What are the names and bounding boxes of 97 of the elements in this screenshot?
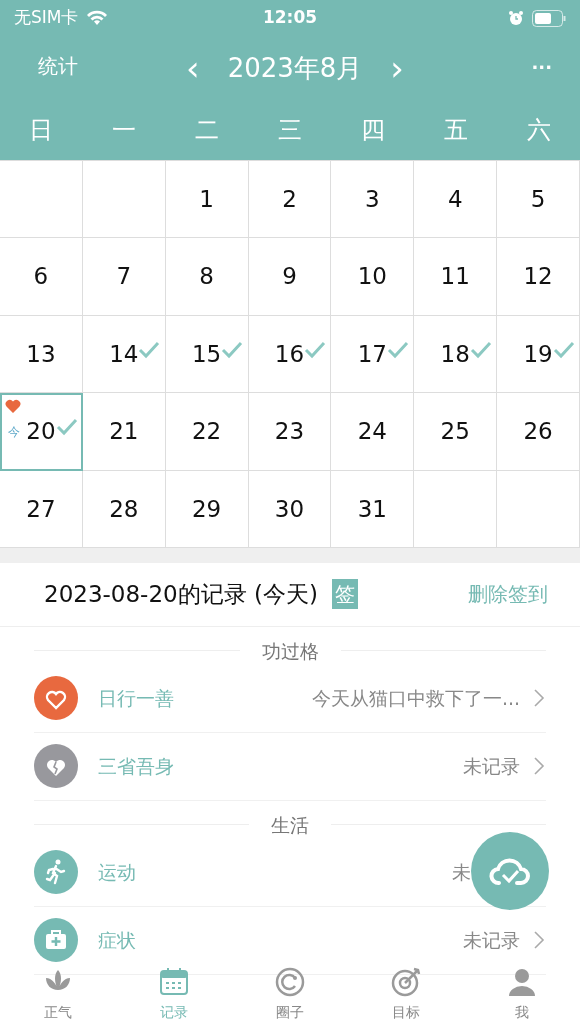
day-number: 26 (523, 418, 553, 445)
month-title: 2023年8月 (227, 51, 363, 85)
calendar-day[interactable]: 23 (248, 393, 332, 471)
cloud-check-icon (489, 855, 531, 887)
calendar-day[interactable]: 10 (331, 238, 415, 316)
day-number: 13 (26, 340, 56, 367)
wifi-icon (86, 10, 109, 26)
alarm-icon (508, 10, 524, 26)
calendar-day[interactable]: 4 (414, 161, 498, 239)
record-value: 未记录 (463, 928, 520, 954)
weekday-label: 二 (194, 115, 221, 146)
calendar-day[interactable]: 12 (497, 238, 580, 316)
day-number: 20 (26, 418, 56, 445)
tab-bar-item[interactable]: 正气 (0, 960, 116, 1032)
day-number: 9 (282, 263, 297, 290)
signed-badge: 签 (331, 579, 358, 610)
weekday-label: 六 (525, 115, 552, 146)
calendar-day[interactable]: 24 (331, 393, 415, 471)
day-number: 30 (274, 495, 305, 522)
calendar-day[interactable]: 16 (248, 315, 332, 394)
calendar-day[interactable]: 13 (0, 315, 83, 394)
record-value: 未 (452, 860, 471, 886)
weekday-label: 一 (111, 115, 138, 146)
record-label: 症状 (98, 928, 136, 954)
day-number: 7 (116, 263, 132, 290)
weekday-label: 三 (277, 115, 303, 146)
calendar-day[interactable]: 今 20 (0, 393, 83, 471)
battery-icon (532, 9, 566, 27)
day-number: 18 (440, 340, 470, 367)
calendar-day[interactable]: 8 (165, 238, 249, 316)
calendar-day[interactable]: 7 (82, 238, 166, 316)
calendar-day[interactable]: 21 (82, 393, 166, 471)
calendar-day[interactable]: 31 (331, 470, 415, 548)
calendar-icon (158, 966, 190, 998)
target-icon (390, 966, 422, 998)
calendar-day[interactable]: 25 (414, 393, 498, 471)
today-mark: 今 (8, 424, 20, 442)
day-number: 15 (192, 340, 222, 367)
day-number: 14 (109, 340, 139, 367)
record-value: 未记录 (463, 754, 520, 780)
calendar-day[interactable]: 30 (248, 470, 332, 548)
day-number: 6 (33, 263, 49, 290)
day-number: 22 (192, 418, 222, 445)
section-title: 功过格 (260, 638, 320, 664)
weekday-label: 五 (442, 115, 469, 146)
day-number: 28 (109, 495, 139, 522)
calendar-day[interactable]: 22 (165, 393, 249, 471)
circle-icon (274, 966, 306, 998)
day-number: 4 (447, 185, 463, 212)
day-number: 29 (192, 495, 222, 522)
calendar-day[interactable]: 18 (414, 315, 498, 394)
day-number: 2 (282, 185, 297, 212)
calendar-day[interactable]: 14 (82, 315, 166, 394)
day-number: 31 (357, 495, 387, 522)
calendar-day[interactable]: 11 (414, 238, 498, 316)
calendar-day[interactable]: 27 (0, 470, 83, 548)
calendar-day[interactable]: 28 (82, 470, 166, 548)
day-number: 3 (365, 185, 380, 212)
calendar-day[interactable]: 17 (331, 315, 415, 394)
carrier-text: 无SIM卡 (14, 6, 79, 30)
calendar-day[interactable]: 9 (248, 238, 332, 316)
day-number: 1 (199, 185, 214, 212)
weekday-label: 四 (359, 115, 386, 146)
day-number: 23 (274, 418, 305, 445)
calendar-day[interactable]: 6 (0, 238, 83, 316)
day-number: 5 (530, 185, 546, 212)
calendar-day[interactable]: 26 (497, 393, 580, 471)
day-number: 8 (199, 263, 214, 290)
section-title: 生活 (270, 812, 310, 838)
record-label: 三省吾身 (98, 754, 174, 780)
calendar-day[interactable]: 3 (331, 161, 415, 239)
calendar-day[interactable]: 5 (497, 161, 580, 239)
calendar-day[interactable]: 2 (248, 161, 332, 239)
record-label: 日行一善 (98, 686, 174, 712)
tab-bar-item[interactable]: 我 (464, 960, 580, 1032)
record-title: 2023-08-20的记录 (今天) (44, 580, 318, 610)
day-number: 19 (523, 340, 553, 367)
weekday-label: 日 (28, 115, 55, 146)
tab-bar-item[interactable]: 目标 (348, 960, 464, 1032)
day-number: 24 (357, 418, 387, 445)
calendar-day[interactable]: 29 (165, 470, 249, 548)
day-number: 10 (357, 263, 387, 290)
day-number: 16 (274, 340, 305, 367)
day-number: 11 (440, 263, 470, 290)
calendar-day[interactable]: 1 (165, 161, 249, 239)
day-number: 12 (523, 263, 553, 290)
calendar-day[interactable]: 19 (497, 315, 580, 394)
calendar-day[interactable]: 15 (165, 315, 249, 394)
day-number: 25 (440, 418, 470, 445)
tab-bar-item[interactable]: 圈子 (232, 960, 348, 1032)
person-icon (506, 966, 538, 998)
day-number: 17 (357, 340, 387, 367)
status-time: 12:05 (262, 6, 318, 30)
day-number: 27 (26, 495, 56, 522)
day-number: 21 (109, 418, 139, 445)
record-value: 今天从猫口中救下了一... (311, 686, 520, 712)
record-label: 运动 (98, 860, 136, 886)
